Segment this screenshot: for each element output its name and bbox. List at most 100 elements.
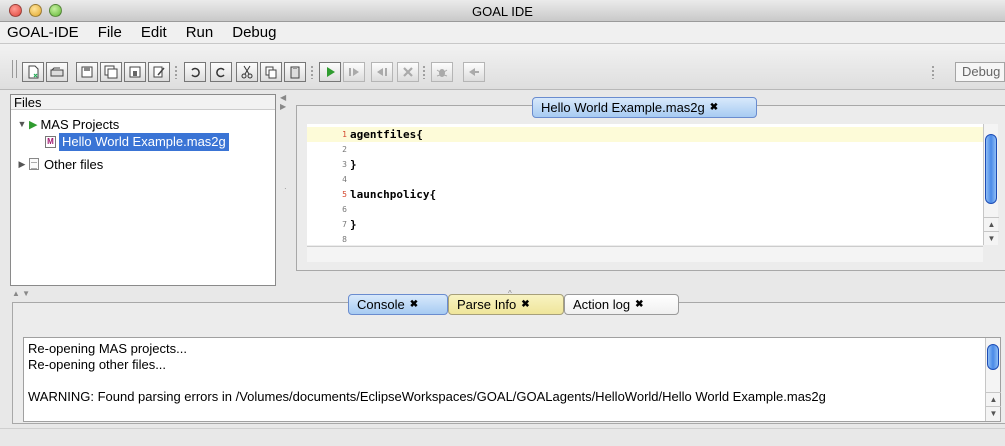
tab-action-log[interactable]: Action log ✖ [564, 294, 679, 315]
save-as-button[interactable] [100, 62, 122, 82]
console-line: Re-opening other files... [28, 357, 167, 372]
save-icon [81, 66, 93, 78]
files-panel-title: Files [11, 95, 275, 110]
title-bar: GOAL IDE [0, 0, 1005, 22]
save-button[interactable] [76, 62, 98, 82]
menu-debug[interactable]: Debug [232, 22, 276, 44]
scroll-down-arrow-icon[interactable]: ▼ [986, 406, 1001, 420]
kill-x-icon [403, 67, 413, 77]
splitter-arrows[interactable]: ◀ ▶ [280, 93, 286, 111]
splitter-handle[interactable]: · [284, 184, 287, 193]
copy-button[interactable] [260, 62, 282, 82]
back-button[interactable] [463, 62, 485, 82]
tab-parse-info[interactable]: Parse Info ✖ [448, 294, 564, 315]
open-button[interactable] [46, 62, 68, 82]
bug-icon [436, 69, 448, 77]
edit-pencil-icon [153, 66, 165, 78]
undo-button[interactable] [184, 62, 206, 82]
code-text: launchpolicy{ [350, 188, 437, 201]
save-all-button[interactable] [124, 62, 146, 82]
scroll-up-arrow-icon[interactable]: ▲ [986, 392, 1001, 406]
menu-edit[interactable]: Edit [141, 22, 167, 44]
horizontal-splitter-arrows[interactable]: ▲ ▼ [12, 289, 30, 298]
tab-hello-world-mas2g[interactable]: Hello World Example.mas2g ✖ [532, 97, 757, 118]
code-line: 1 agentfiles{ [307, 127, 983, 142]
tree-item-project-file[interactable]: M Hello World Example.mas2g [45, 133, 229, 151]
new-file-icon [28, 65, 39, 79]
run-button[interactable] [319, 62, 341, 82]
editor-vertical-scrollbar[interactable]: ▲ ▼ [983, 124, 999, 245]
tab-label: Action log [573, 297, 631, 312]
toolbar-separator [932, 65, 934, 79]
editor-area: Hello World Example.mas2g ✖ 1 agentfiles… [296, 97, 1005, 271]
scrollbar-thumb[interactable] [985, 134, 997, 204]
copy-icon [265, 66, 277, 79]
close-icon[interactable]: ✖ [410, 299, 418, 310]
kill-button[interactable] [397, 62, 419, 82]
tab-console[interactable]: Console ✖ [348, 294, 448, 315]
cut-button[interactable] [236, 62, 258, 82]
code-editor[interactable]: 1 agentfiles{ 2 3 } 4 5 launchpolicy{ 6 … [307, 124, 983, 245]
code-line: 8 [307, 232, 983, 247]
scroll-down-arrow-icon[interactable]: ▼ [984, 231, 999, 245]
tree-item-other-files[interactable]: ▶ Other files [15, 155, 104, 173]
play-icon [327, 67, 335, 77]
edit-button[interactable] [148, 62, 170, 82]
pause-button[interactable] [371, 62, 393, 82]
pause-icon [377, 68, 387, 76]
scrollbar-thumb[interactable] [987, 344, 999, 370]
editor-horizontal-scrollbar[interactable] [307, 246, 983, 262]
tree-item-label: Hello World Example.mas2g [59, 133, 229, 151]
expand-triangle-icon[interactable]: ▼ [15, 119, 29, 129]
code-line: 2 [307, 142, 983, 157]
menu-goal-ide[interactable]: GOAL-IDE [7, 22, 79, 44]
close-icon[interactable]: ✖ [710, 102, 718, 113]
redo-button[interactable] [210, 62, 232, 82]
code-line: 4 [307, 172, 983, 187]
collapse-triangle-icon[interactable]: ▶ [15, 159, 29, 170]
menu-run[interactable]: Run [186, 22, 214, 44]
step-button[interactable] [343, 62, 365, 82]
menu-file[interactable]: File [98, 22, 122, 44]
toolbar-separator [175, 65, 177, 79]
tab-label: Parse Info [457, 297, 517, 312]
toolbar-separator [423, 65, 425, 79]
back-arrow-icon [469, 68, 479, 76]
code-text: } [350, 158, 357, 171]
debug-bug-button[interactable] [431, 62, 453, 82]
scroll-up-arrow-icon[interactable]: ▲ [984, 217, 999, 231]
bottom-panel: Console ✖ Parse Info ✖ Action log ✖ Re-o… [12, 294, 1005, 424]
toolbar-separator [311, 65, 313, 79]
line-number: 6 [342, 205, 347, 214]
new-file-button[interactable] [22, 62, 44, 82]
window-title: GOAL IDE [472, 4, 533, 19]
code-line: 5 launchpolicy{ [307, 187, 983, 202]
save-as-icon [104, 65, 118, 79]
line-number: 1 [342, 130, 347, 139]
line-number: 3 [342, 160, 347, 169]
tree-item-label: MAS Projects [40, 116, 120, 132]
console-vertical-scrollbar[interactable]: ▲ ▼ [985, 338, 1001, 421]
document-icon [29, 158, 39, 170]
menu-bar: GOAL-IDE File Edit Run Debug [0, 22, 1005, 44]
line-number: 4 [342, 175, 347, 184]
tab-label: Console [357, 297, 405, 312]
toolbar-grip[interactable] [12, 60, 17, 78]
step-icon [349, 68, 359, 76]
line-number: 5 [342, 190, 347, 199]
code-text: } [350, 218, 357, 231]
play-icon: ▶ [29, 118, 38, 131]
close-icon[interactable]: ✖ [635, 299, 643, 310]
undo-icon [191, 67, 200, 78]
status-bar [0, 428, 1005, 446]
close-icon[interactable]: ✖ [521, 299, 529, 310]
tree-item-label: Other files [44, 156, 104, 172]
toolbar: Debug [0, 44, 1005, 90]
console-output[interactable]: Re-opening MAS projects... Re-opening ot… [23, 337, 1001, 422]
tree-item-mas-projects[interactable]: ▼ ▶ MAS Projects [15, 115, 120, 133]
paste-button[interactable] [284, 62, 306, 82]
line-number: 8 [342, 235, 347, 244]
debug-perspective-button[interactable]: Debug [955, 62, 1005, 82]
paste-clipboard-icon [290, 66, 300, 79]
console-line: Re-opening MAS projects... [28, 341, 187, 356]
